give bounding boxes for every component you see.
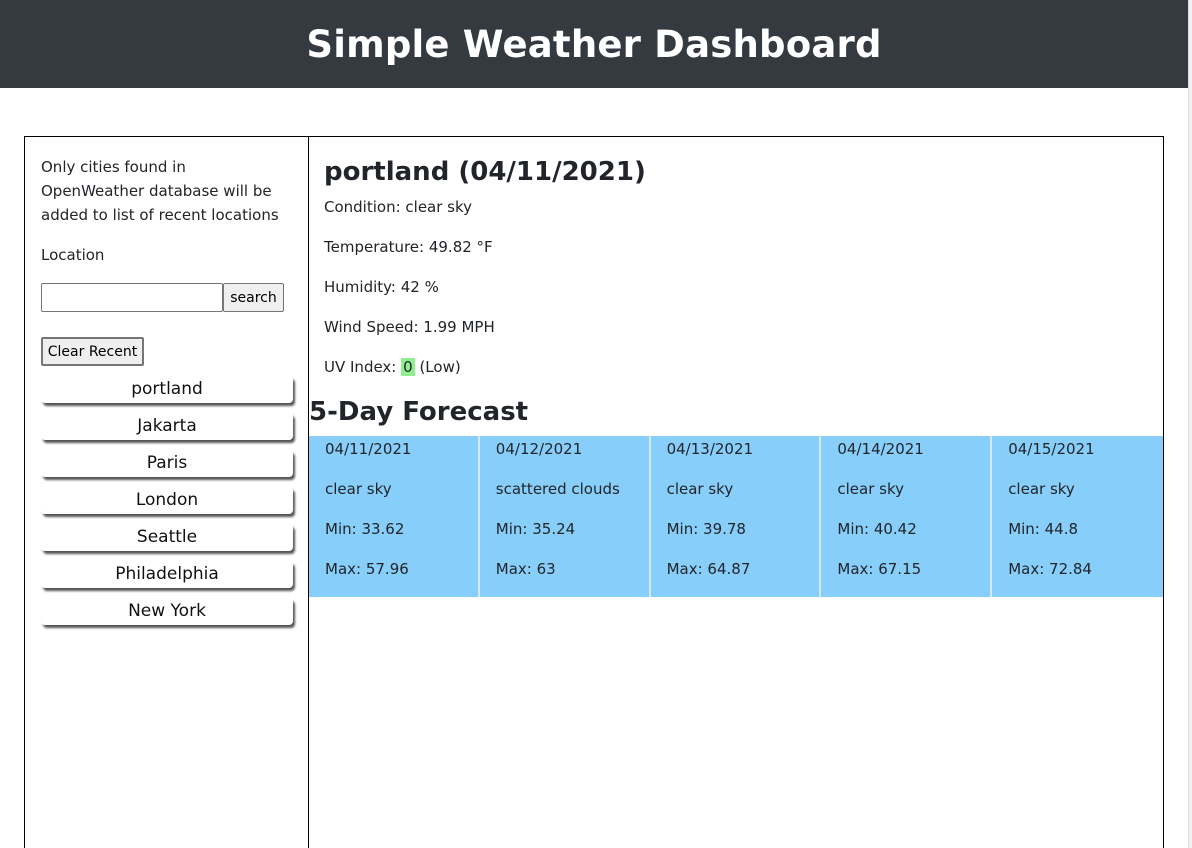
scrollbar[interactable] (1188, 0, 1192, 848)
current-humidity: Humidity: 42 % (324, 278, 439, 296)
search-button[interactable]: search (223, 283, 284, 312)
current-temperature: Temperature: 49.82 °F (324, 238, 493, 256)
sidebar-note: Only cities found in OpenWeather databas… (41, 158, 279, 224)
forecast-date: 04/13/2021 (666, 440, 754, 458)
forecast-condition: clear sky (666, 480, 734, 498)
page-title: Simple Weather Dashboard (306, 22, 882, 66)
clear-recent-button[interactable]: Clear Recent (41, 337, 144, 366)
forecast-card: 04/12/2021 scattered clouds Min: 35.24 M… (479, 436, 651, 597)
recent-city-button[interactable]: Seattle (41, 524, 293, 551)
forecast-min: Min: 40.42 (837, 520, 917, 538)
forecast-min: Min: 35.24 (495, 520, 576, 538)
weather-main: portland (04/11/2021) Condition: clear s… (309, 137, 1163, 848)
forecast-date: 04/15/2021 (1008, 440, 1095, 458)
recent-city-button[interactable]: portland (41, 376, 293, 403)
forecast-date: 04/14/2021 (837, 440, 924, 458)
forecast-max: Max: 72.84 (1008, 560, 1092, 578)
uv-index-rating: (Low) (419, 358, 461, 376)
dashboard-container: Only cities found in OpenWeather databas… (24, 136, 1164, 848)
forecast-date: 04/12/2021 (495, 440, 583, 458)
forecast-min: Min: 44.8 (1008, 520, 1079, 538)
sidebar: Only cities found in OpenWeather databas… (25, 137, 309, 848)
forecast-min: Min: 39.78 (666, 520, 746, 538)
forecast-title: 5-Day Forecast (309, 397, 529, 427)
recent-city-button[interactable]: London (41, 487, 293, 514)
forecast-max: Max: 67.15 (837, 560, 922, 578)
recent-city-button[interactable]: New York (41, 598, 293, 625)
forecast-condition: clear sky (1008, 480, 1075, 498)
forecast-card: 04/11/2021 clear sky Min: 33.62 Max: 57.… (309, 436, 480, 597)
location-label: Location (41, 246, 105, 264)
forecast-date: 04/11/2021 (325, 440, 412, 458)
current-condition: Condition: clear sky (324, 198, 473, 216)
forecast-condition: clear sky (325, 480, 392, 498)
forecast-min: Min: 33.62 (325, 520, 405, 538)
page: Simple Weather Dashboard Only cities fou… (0, 0, 1192, 848)
forecast-card: 04/13/2021 clear sky Min: 39.78 Max: 64.… (650, 436, 822, 597)
forecast-card: 04/15/2021 clear sky Min: 44.8 Max: 72.8… (992, 436, 1163, 597)
current-uv-index: UV Index: 0 (Low) (324, 356, 461, 378)
uv-index-value: 0 (401, 358, 415, 376)
forecast-max: Max: 64.87 (666, 560, 751, 578)
location-search-input[interactable] (41, 283, 223, 312)
forecast-row: 04/11/2021 clear sky Min: 33.62 Max: 57.… (309, 436, 1163, 597)
header-bar: Simple Weather Dashboard (0, 0, 1188, 88)
forecast-condition: clear sky (837, 480, 905, 498)
recent-locations-list: portland Jakarta Paris London Seattle Ph… (41, 376, 293, 635)
forecast-condition: scattered clouds (495, 480, 620, 498)
current-wind-speed: Wind Speed: 1.99 MPH (324, 318, 495, 336)
forecast-max: Max: 57.96 (325, 560, 409, 578)
uv-index-label: UV Index: (324, 358, 402, 376)
recent-city-button[interactable]: Philadelphia (41, 561, 293, 588)
current-city-title: portland (04/11/2021) (324, 157, 646, 187)
forecast-card: 04/14/2021 clear sky Min: 40.42 Max: 67.… (821, 436, 993, 597)
forecast-max: Max: 63 (495, 560, 556, 578)
recent-city-button[interactable]: Jakarta (41, 413, 293, 440)
recent-city-button[interactable]: Paris (41, 450, 293, 477)
